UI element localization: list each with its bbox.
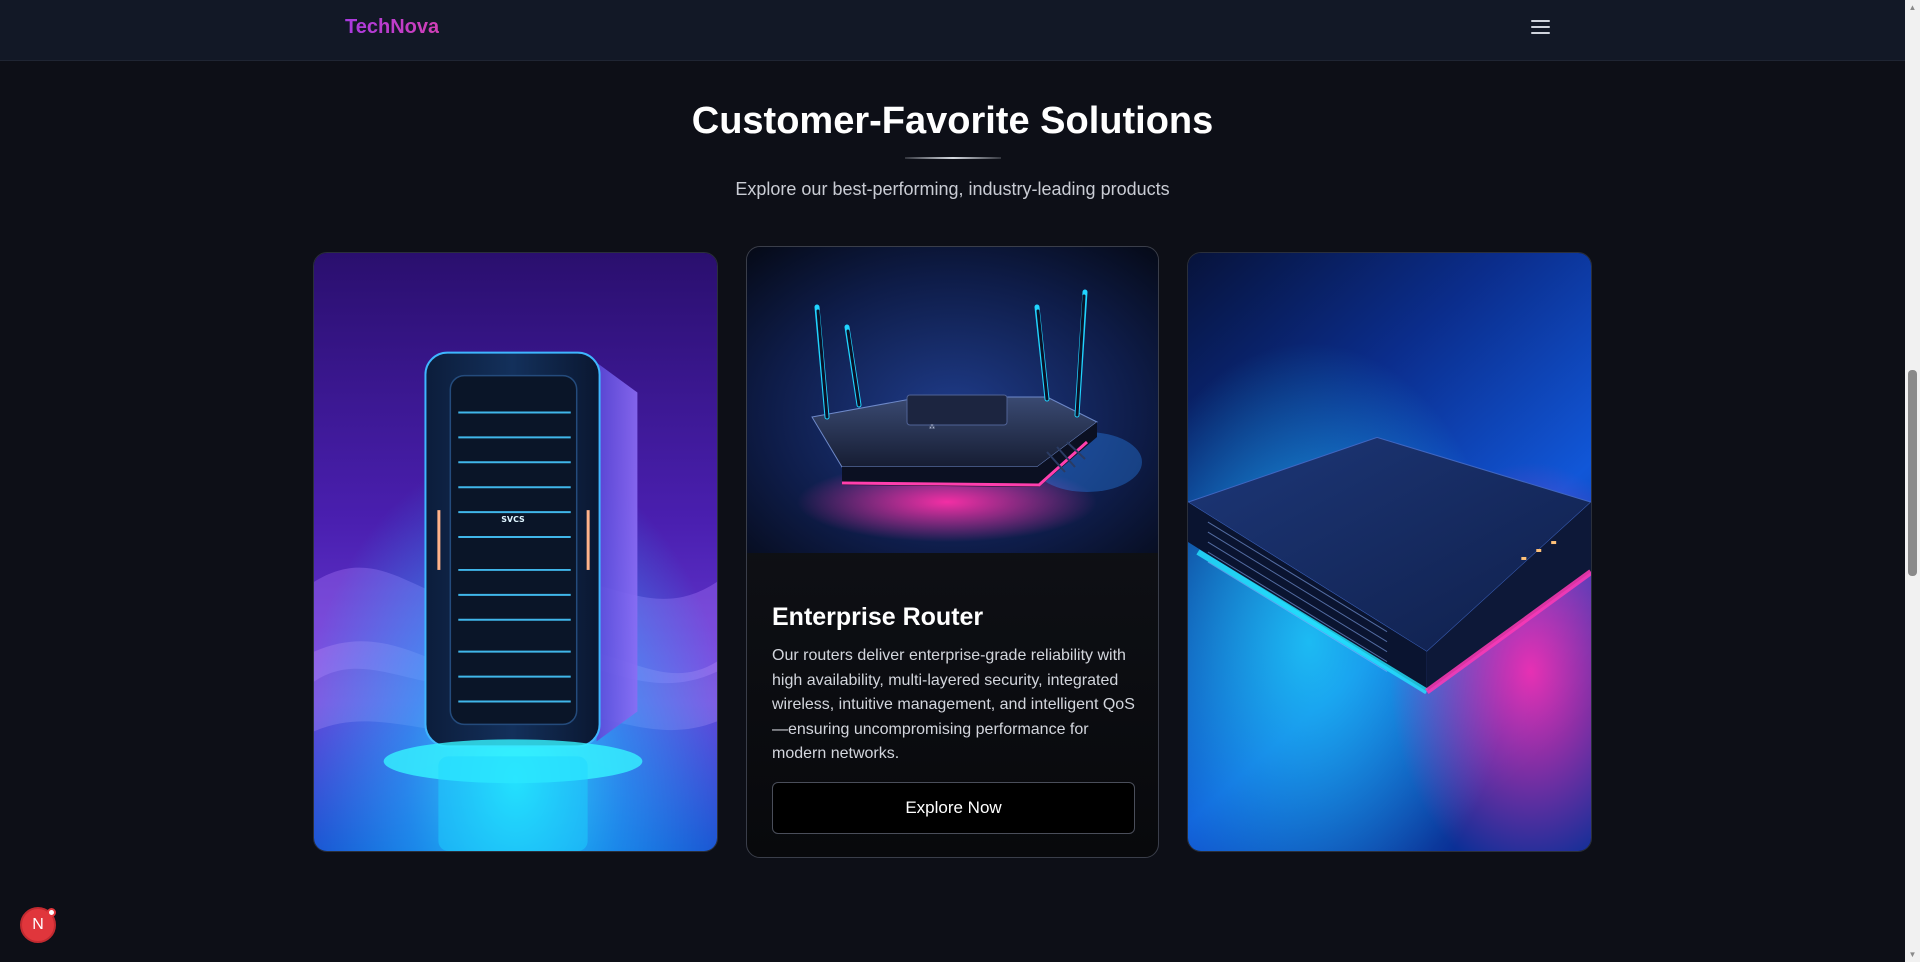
server-tower-image: SVCS bbox=[314, 253, 717, 851]
product-card-rack-server[interactable] bbox=[1187, 252, 1592, 852]
card-title: Enterprise Router bbox=[772, 603, 984, 631]
hamburger-menu-icon[interactable] bbox=[1528, 18, 1554, 38]
card-description: Our routers deliver enterprise-grade rel… bbox=[772, 647, 1135, 762]
scrollbar-thumb[interactable] bbox=[1908, 370, 1917, 576]
product-card-router[interactable]: ⁂ Enterprise Router Our routers deliver bbox=[746, 246, 1159, 858]
page-scrollbar[interactable]: ▲ ▼ bbox=[1905, 0, 1920, 962]
section-subtitle: Explore our best-performing, industry-le… bbox=[735, 179, 1170, 199]
router-card-body: Enterprise Router Our routers deliver en… bbox=[772, 603, 1137, 767]
server-badge-label: SVCS bbox=[501, 515, 525, 524]
notification-dot bbox=[47, 908, 56, 917]
scroll-down-arrow-icon[interactable]: ▼ bbox=[1905, 947, 1920, 962]
section-title: Customer-Favorite Solutions bbox=[691, 100, 1214, 142]
title-divider bbox=[905, 157, 1001, 159]
scroll-up-arrow-icon[interactable]: ▲ bbox=[1905, 0, 1920, 15]
explore-now-button[interactable]: Explore Now bbox=[772, 782, 1135, 834]
svg-text:⁂: ⁂ bbox=[929, 424, 935, 431]
brand-logo[interactable]: TechNova bbox=[345, 16, 439, 39]
router-image: ⁂ bbox=[747, 247, 1158, 553]
product-card-server[interactable]: SVCS bbox=[313, 252, 718, 852]
rack-server-image bbox=[1188, 253, 1591, 851]
top-navbar: TechNova bbox=[0, 0, 1905, 61]
